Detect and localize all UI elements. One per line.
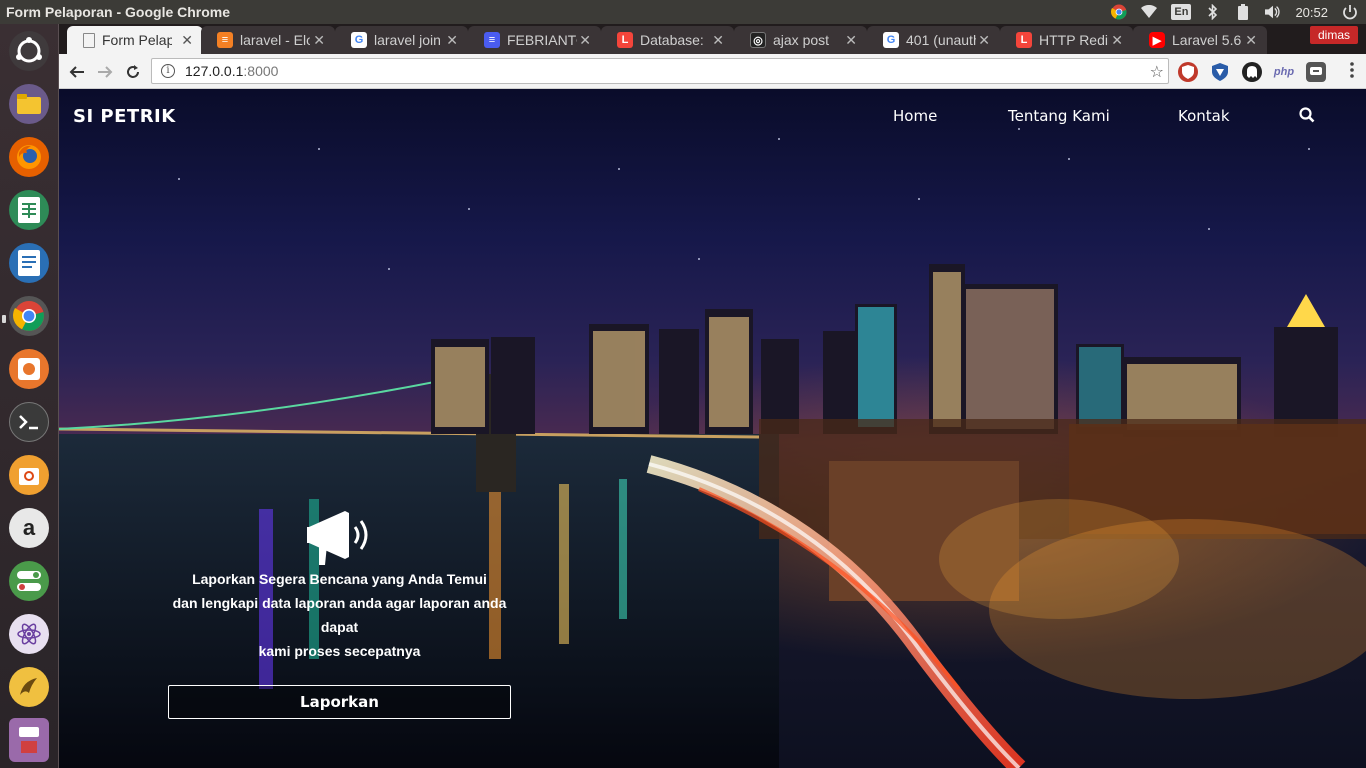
megaphone-icon xyxy=(306,511,367,565)
google-favicon-icon: G xyxy=(883,32,899,48)
nav-link-tentang-kami[interactable]: Tentang Kami xyxy=(1008,107,1110,125)
tab-label: laravel join xyxy=(374,32,441,48)
chrome-launcher-icon[interactable] xyxy=(9,296,49,336)
github-favicon-icon: ◎ xyxy=(750,32,766,48)
web-page: SI PETRIK Home Tentang Kami Kontak Lapor… xyxy=(59,89,1366,768)
url-host: 127.0.0.1 xyxy=(185,63,244,79)
tab-close-icon[interactable]: ✕ xyxy=(845,32,857,49)
site-info-icon[interactable]: i xyxy=(161,64,175,78)
blue-shield-extension-icon[interactable] xyxy=(1210,62,1230,82)
keyboard-layout-indicator[interactable]: En xyxy=(1171,4,1192,20)
browser-tab-strip: Form Pelaporan ✕ ≡ laravel - Eloquent ✕ … xyxy=(59,24,1366,54)
volume-icon[interactable] xyxy=(1265,4,1281,20)
tab-label: laravel - Eloquent xyxy=(240,32,310,48)
nav-link-kontak[interactable]: Kontak xyxy=(1178,107,1230,125)
hero-section: Laporkan Segera Bencana yang Anda Temui … xyxy=(168,509,511,663)
tab-label: ajax post xyxy=(773,32,830,48)
tab-label: FEBRIANTO xyxy=(507,32,577,48)
wifi-icon[interactable] xyxy=(1141,4,1158,20)
tab-close-icon[interactable]: ✕ xyxy=(446,32,458,49)
laporkan-button[interactable]: Laporkan xyxy=(168,685,511,719)
settings-toggle-icon[interactable] xyxy=(9,561,49,601)
tab-close-icon[interactable]: ✕ xyxy=(978,32,990,49)
tab-close-icon[interactable]: ✕ xyxy=(579,32,591,49)
hero-text-line-4: kami proses secepatnya xyxy=(258,643,421,659)
google-favicon-icon: G xyxy=(351,32,367,48)
amazon-icon[interactable]: a xyxy=(9,508,49,548)
bookmark-star-icon[interactable]: ☆ xyxy=(1150,62,1164,81)
back-button[interactable] xyxy=(65,60,89,84)
laravel-favicon-icon: L xyxy=(1016,32,1032,48)
site-brand[interactable]: SI PETRIK xyxy=(73,106,176,127)
reload-button[interactable] xyxy=(121,60,145,84)
tab-close-icon[interactable]: ✕ xyxy=(1111,32,1123,49)
hero-text-line-1: Laporkan Segera Bencana yang Anda Temui xyxy=(192,571,487,587)
tab-label: Form Pelaporan xyxy=(102,32,172,48)
tab-close-icon[interactable]: ✕ xyxy=(712,32,724,49)
docs-favicon-icon: ≡ xyxy=(484,32,500,48)
atom-icon[interactable] xyxy=(9,614,49,654)
terminal-icon[interactable] xyxy=(9,402,49,442)
tab-laravel-5-6[interactable]: ▶ Laravel 5.6 ✕ xyxy=(1133,26,1267,54)
tab-close-icon[interactable]: ✕ xyxy=(181,32,193,49)
address-bar[interactable]: i 127.0.0.1:8000 ☆ xyxy=(151,58,1169,84)
files-icon[interactable] xyxy=(9,84,49,124)
hero-text-line-3: dapat xyxy=(320,619,359,635)
document-icon[interactable] xyxy=(9,243,49,283)
chat-extension-icon[interactable] xyxy=(1306,62,1326,82)
system-tray: En 20:52 xyxy=(1111,0,1366,24)
chrome-running-indicator xyxy=(2,315,6,323)
tab-http-redirects[interactable]: L HTTP Redirects ✕ xyxy=(1000,26,1133,54)
tab-close-icon[interactable]: ✕ xyxy=(1245,32,1257,49)
unity-launcher: a xyxy=(0,24,59,768)
window-title: Form Pelaporan - Google Chrome xyxy=(6,4,231,20)
tab-febrianto[interactable]: ≡ FEBRIANTO ✕ xyxy=(468,26,601,54)
city-night-background-image xyxy=(59,128,1366,768)
battery-icon[interactable] xyxy=(1235,4,1251,20)
tab-label: Laravel 5.6 xyxy=(1172,32,1242,48)
ubuntu-dash-icon[interactable] xyxy=(9,31,49,71)
image-viewer-icon[interactable] xyxy=(9,349,49,389)
tab-label: HTTP Redirects xyxy=(1039,32,1109,48)
tab-401-unauthorized[interactable]: G 401 (unauthorized) ✕ xyxy=(867,26,1000,54)
power-icon[interactable] xyxy=(1342,4,1358,20)
tab-database[interactable]: L Database: ✕ xyxy=(601,26,734,54)
nav-link-home[interactable]: Home xyxy=(893,107,937,125)
bluetooth-icon[interactable] xyxy=(1205,4,1221,20)
tab-ajax-post[interactable]: ◎ ajax post ✕ xyxy=(734,26,867,54)
site-navbar: SI PETRIK Home Tentang Kami Kontak xyxy=(59,89,1366,143)
chrome-tray-icon[interactable] xyxy=(1111,4,1127,20)
ghostery-extension-icon[interactable] xyxy=(1242,62,1262,82)
software-center-icon[interactable] xyxy=(9,455,49,495)
database-tool-icon[interactable] xyxy=(9,667,49,707)
url-port: :8000 xyxy=(243,63,279,79)
stackoverflow-favicon-icon: ≡ xyxy=(217,32,233,48)
tab-laravel-join[interactable]: G laravel join ✕ xyxy=(335,26,468,54)
browser-toolbar: i 127.0.0.1:8000 ☆ php xyxy=(59,54,1366,89)
page-favicon-icon xyxy=(83,32,95,48)
php-extension-icon[interactable]: php xyxy=(1272,62,1296,82)
chrome-menu-icon[interactable] xyxy=(1350,62,1354,78)
laravel-favicon-icon: L xyxy=(617,32,633,48)
tab-label: Database: xyxy=(640,32,704,48)
forward-button[interactable] xyxy=(93,60,117,84)
profile-button[interactable]: dimas xyxy=(1309,26,1358,44)
hero-text-line-2: dan lengkapi data laporan anda agar lapo… xyxy=(172,595,507,611)
misc-app-icon[interactable] xyxy=(9,718,49,762)
red-shield-extension-icon[interactable] xyxy=(1178,62,1198,82)
clock[interactable]: 20:52 xyxy=(1295,5,1328,20)
tab-close-icon[interactable]: ✕ xyxy=(313,32,325,49)
url-text[interactable]: 127.0.0.1:8000 xyxy=(185,63,278,79)
tab-form-pelaporan[interactable]: Form Pelaporan ✕ xyxy=(67,26,203,54)
tab-label: 401 (unauthorized) xyxy=(906,32,976,48)
tab-laravel-eloquent[interactable]: ≡ laravel - Eloquent ✕ xyxy=(201,26,335,54)
spreadsheet-icon[interactable] xyxy=(9,190,49,230)
firefox-icon[interactable] xyxy=(9,137,49,177)
os-top-panel: Form Pelaporan - Google Chrome En 20:52 xyxy=(0,0,1366,24)
search-icon[interactable] xyxy=(1299,107,1315,127)
youtube-favicon-icon: ▶ xyxy=(1149,32,1165,48)
